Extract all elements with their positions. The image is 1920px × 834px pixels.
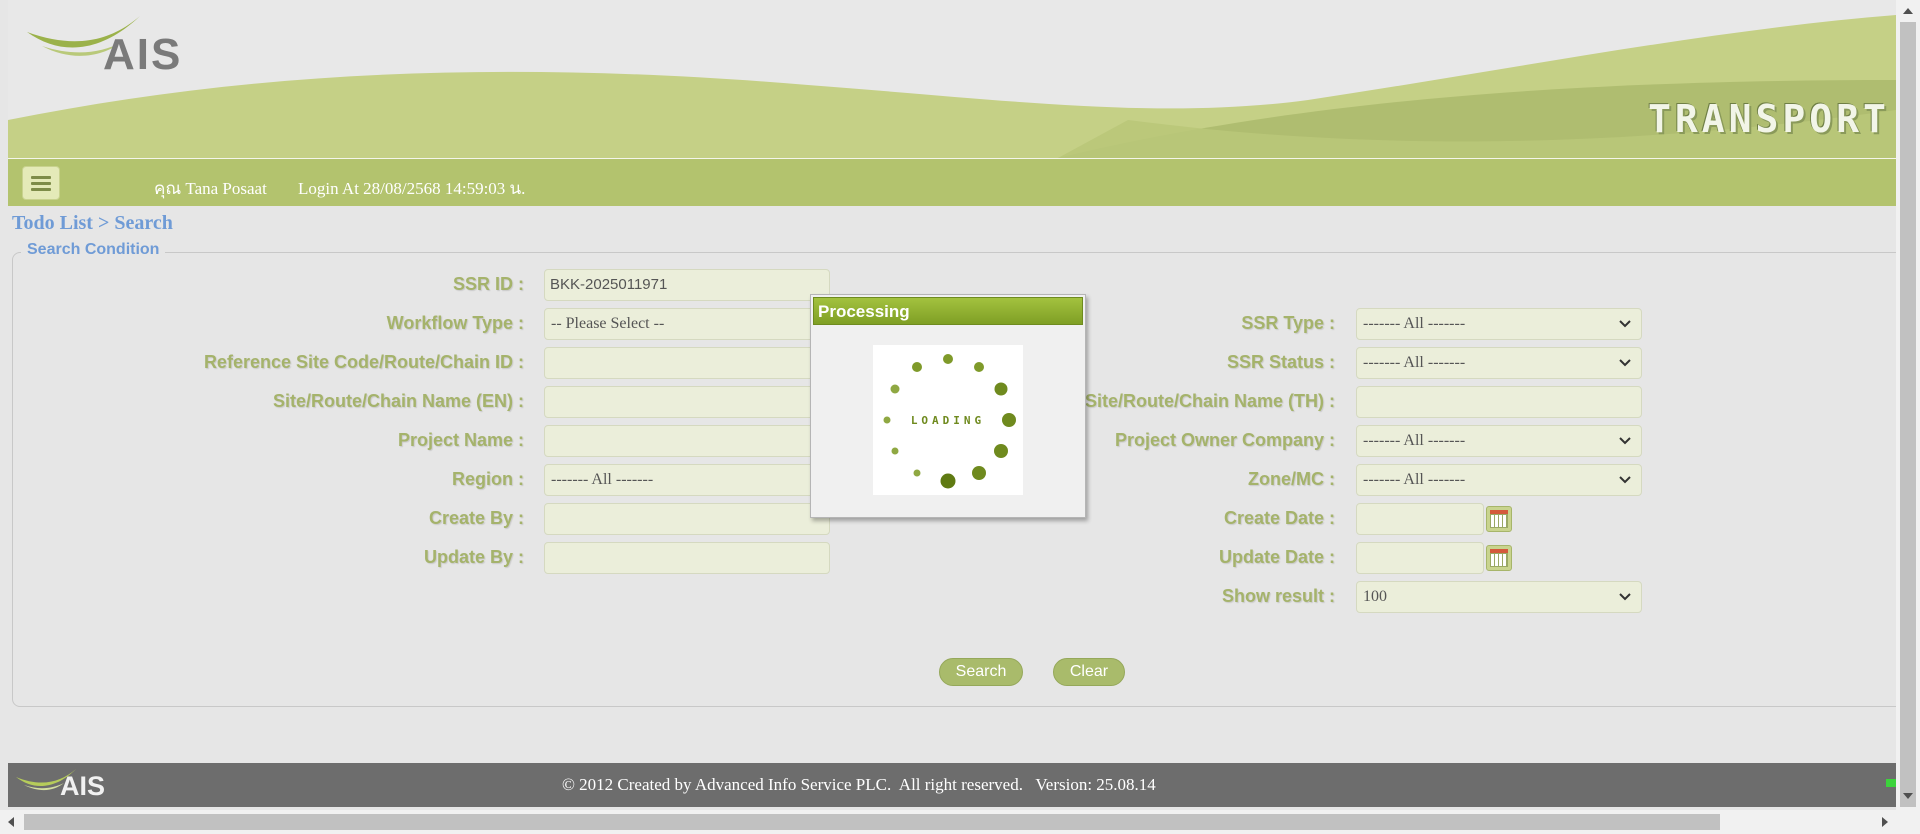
show-result-value: 100 (1363, 588, 1387, 605)
zone-mc-select[interactable]: ------- All ------- (1356, 464, 1642, 496)
region-select[interactable]: ------- All ------- (544, 464, 830, 496)
scroll-left-arrow-icon[interactable] (8, 817, 14, 827)
update-date-label: Update Date : (1218, 547, 1335, 567)
ssr-type-select[interactable]: ------- All ------- (1356, 308, 1642, 340)
vertical-scrollbar[interactable] (1896, 0, 1920, 834)
ssr-id-label: SSR ID : (452, 274, 524, 294)
reference-site-input[interactable] (544, 347, 830, 379)
logo-text: AIS (103, 30, 183, 79)
header-wave-graphic (8, 15, 1896, 158)
zone-mc-label: Zone/MC : (1248, 469, 1335, 489)
site-name-en-input[interactable] (544, 386, 830, 418)
page-footer: AIS © 2012 Created by Advanced Info Serv… (8, 763, 1896, 807)
create-by-input[interactable] (544, 503, 830, 535)
update-date-input[interactable] (1356, 542, 1484, 574)
reference-site-label: Reference Site Code/Route/Chain ID : (203, 352, 524, 372)
project-owner-select[interactable]: ------- All ------- (1356, 425, 1642, 457)
project-owner-value: ------- All ------- (1363, 432, 1466, 449)
scroll-up-arrow-icon[interactable] (1903, 8, 1913, 14)
status-indicator (1886, 779, 1896, 787)
workflow-type-select[interactable]: -- Please Select -- (544, 308, 830, 340)
processing-dialog: Processing LOADING (810, 294, 1086, 518)
site-name-en-label: Site/Route/Chain Name (EN) : (272, 391, 524, 411)
update-date-calendar-icon[interactable] (1486, 545, 1512, 571)
search-condition-legend: Search Condition (21, 241, 166, 259)
update-by-input[interactable] (544, 542, 830, 574)
footer-logo-text: AIS (60, 771, 106, 801)
login-timestamp: Login At 28/08/2568 14:59:03 น. (298, 179, 526, 198)
chevron-down-icon (1619, 320, 1631, 328)
chevron-down-icon (1619, 437, 1631, 445)
brand-text: TRANSPORT (1648, 97, 1890, 141)
show-result-label: Show result : (1221, 586, 1335, 606)
chevron-down-icon (1619, 359, 1631, 367)
ssr-status-select[interactable]: ------- All ------- (1356, 347, 1642, 379)
processing-dialog-title: Processing (813, 297, 1083, 325)
loading-spinner: LOADING (873, 345, 1023, 495)
scroll-right-arrow-icon[interactable] (1882, 817, 1888, 827)
hamburger-icon (31, 176, 51, 179)
scroll-down-arrow-icon[interactable] (1903, 793, 1913, 799)
create-date-input[interactable] (1356, 503, 1484, 535)
chevron-down-icon (1619, 593, 1631, 601)
site-name-th-input[interactable] (1356, 386, 1642, 418)
vertical-scroll-thumb[interactable] (1900, 22, 1916, 807)
site-name-th-label: Site/Route/Chain Name (TH) : (1084, 391, 1335, 411)
project-name-input[interactable] (544, 425, 830, 457)
project-owner-label: Project Owner Company : (1114, 430, 1335, 450)
region-label: Region : (452, 469, 524, 489)
menu-button[interactable] (22, 166, 60, 200)
ssr-id-input[interactable]: BKK-2025011971 (544, 269, 830, 301)
horizontal-scrollbar[interactable] (0, 810, 1896, 834)
update-by-label: Update By : (423, 547, 524, 567)
create-date-label: Create Date : (1223, 508, 1335, 528)
horizontal-scroll-thumb[interactable] (24, 814, 1720, 830)
user-name: คุณ Tana Posaat (154, 179, 267, 198)
zone-mc-value: ------- All ------- (1363, 471, 1466, 488)
workflow-type-value: -- Please Select -- (551, 315, 665, 332)
breadcrumb[interactable]: Todo List > Search (12, 212, 173, 235)
show-result-select[interactable]: 100 (1356, 581, 1642, 613)
clear-button[interactable]: Clear (1053, 658, 1125, 686)
copyright-text: © 2012 Created by Advanced Info Service … (562, 775, 1156, 794)
search-button[interactable]: Search (939, 658, 1023, 686)
loading-text: LOADING (910, 414, 986, 427)
page-header: AIS TRANSPORT (8, 0, 1896, 158)
workflow-type-label: Workflow Type : (386, 313, 524, 333)
ssr-status-label: SSR Status : (1226, 352, 1335, 372)
region-value: ------- All ------- (551, 471, 654, 488)
ssr-status-value: ------- All ------- (1363, 354, 1466, 371)
create-by-label: Create By : (428, 508, 524, 528)
ssr-type-label: SSR Type : (1241, 313, 1335, 333)
create-date-calendar-icon[interactable] (1486, 506, 1512, 532)
chevron-down-icon (1619, 476, 1631, 484)
ssr-type-value: ------- All ------- (1363, 315, 1466, 332)
project-name-label: Project Name : (397, 430, 524, 450)
top-bar: คุณ Tana Posaat Login At 28/08/2568 14:5… (8, 158, 1896, 206)
